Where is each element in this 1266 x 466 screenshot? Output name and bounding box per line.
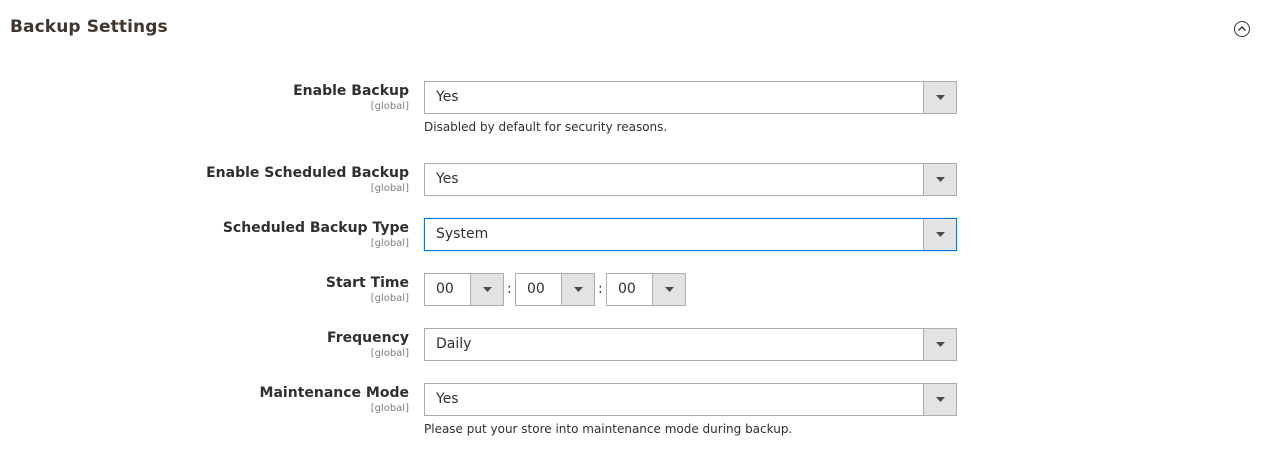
caret-down-icon [936, 232, 945, 237]
caret-down-icon [936, 95, 945, 100]
scheduled-backup-type-select[interactable]: System [424, 218, 957, 251]
time-separator: : [507, 281, 512, 297]
scope-label: [global] [370, 238, 409, 249]
field-label: Enable Scheduled Backup [206, 165, 409, 181]
dropdown-button[interactable] [923, 164, 956, 195]
caret-down-icon [574, 287, 583, 292]
select-value: Yes [436, 391, 459, 407]
section-title[interactable]: Backup Settings [10, 17, 168, 37]
field-note: Disabled by default for security reasons… [424, 120, 668, 134]
dropdown-button[interactable] [470, 274, 503, 305]
dropdown-button[interactable] [923, 82, 956, 113]
start-second-select[interactable]: 00 [606, 273, 686, 306]
dropdown-button[interactable] [923, 329, 956, 360]
caret-down-icon [483, 287, 492, 292]
field-note: Please put your store into maintenance m… [424, 422, 793, 436]
maintenance-mode-select[interactable]: Yes [424, 383, 957, 416]
time-separator: : [598, 281, 603, 297]
field-label: Enable Backup [293, 83, 409, 99]
start-hour-select[interactable]: 00 [424, 273, 504, 306]
scope-label: [global] [370, 348, 409, 359]
field-label: Maintenance Mode [259, 385, 409, 401]
chevron-up-icon [1238, 26, 1246, 31]
select-value: 00 [527, 281, 545, 297]
dropdown-button[interactable] [652, 274, 685, 305]
scope-label: [global] [370, 293, 409, 304]
label-group: Start Time [global] [326, 274, 409, 304]
dropdown-button[interactable] [561, 274, 594, 305]
label-group: Enable Backup [global] [293, 82, 409, 112]
caret-down-icon [665, 287, 674, 292]
caret-down-icon [936, 397, 945, 402]
caret-down-icon [936, 342, 945, 347]
enable-scheduled-backup-select[interactable]: Yes [424, 163, 957, 196]
enable-backup-select[interactable]: Yes [424, 81, 957, 114]
select-value: Yes [436, 171, 459, 187]
select-value: 00 [618, 281, 636, 297]
select-value: System [436, 226, 489, 242]
field-label: Start Time [325, 275, 409, 291]
collapse-toggle-button[interactable] [1234, 21, 1250, 37]
label-group: Maintenance Mode [global] [260, 384, 409, 414]
label-group: Frequency [global] [327, 329, 409, 359]
caret-down-icon [936, 177, 945, 182]
dropdown-button[interactable] [923, 219, 956, 250]
label-group: Scheduled Backup Type [global] [223, 219, 409, 249]
frequency-select[interactable]: Daily [424, 328, 957, 361]
start-minute-select[interactable]: 00 [515, 273, 595, 306]
scope-label: [global] [370, 101, 409, 112]
field-label: Frequency [327, 330, 409, 346]
field-label: Scheduled Backup Type [222, 220, 409, 236]
scope-label: [global] [370, 403, 409, 414]
backup-settings-section: Backup Settings Enable Backup [global] Y… [0, 0, 1266, 466]
select-value: Daily [436, 336, 472, 352]
scope-label: [global] [370, 183, 409, 194]
select-value: 00 [436, 281, 454, 297]
select-value: Yes [436, 89, 459, 105]
dropdown-button[interactable] [923, 384, 956, 415]
label-group: Enable Scheduled Backup [global] [206, 164, 409, 194]
